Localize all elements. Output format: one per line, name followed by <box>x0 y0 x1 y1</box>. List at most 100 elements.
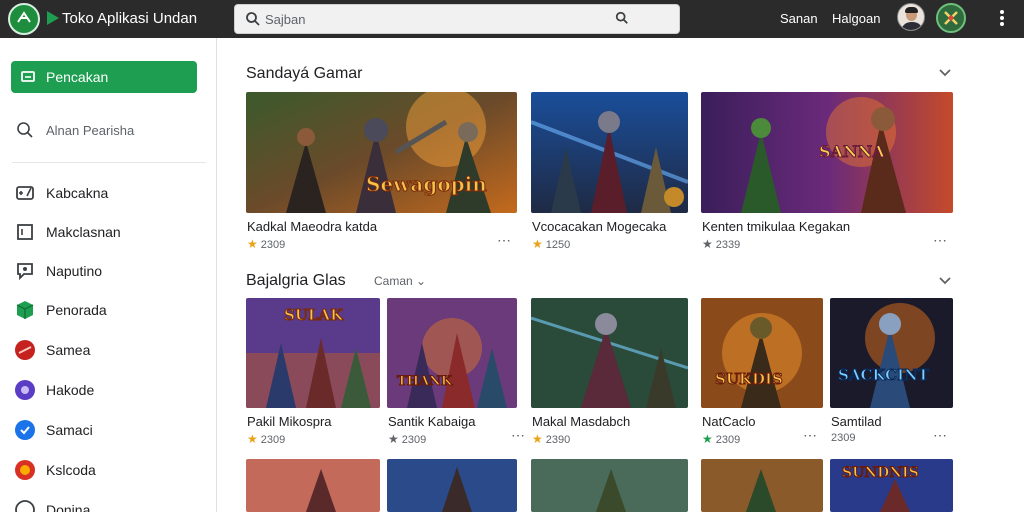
game-card[interactable] <box>531 459 688 512</box>
game-thumbnail[interactable] <box>246 459 380 512</box>
game-title: Kenten tmikulaa Kegakan <box>702 219 851 234</box>
thumbnail-banner: SUNDNIS <box>842 465 920 482</box>
thumbnail-banner: Sewagopin <box>366 172 488 197</box>
sidebar-search[interactable]: Alnan Pearisha <box>0 114 216 148</box>
sidebar-item-label: Samaci <box>46 422 93 438</box>
section-title: Sandayá Gamar <box>246 65 363 82</box>
topbar-link-2[interactable]: Halgoan <box>832 11 880 26</box>
search-icon <box>246 12 260 26</box>
user-avatar[interactable] <box>897 3 925 31</box>
game-card[interactable]: Makal Masdabch ★ 2390 ⋯ <box>511 298 688 448</box>
search-icon <box>17 122 33 138</box>
game-thumbnail[interactable] <box>531 298 688 408</box>
game-card[interactable]: THANK Santik Kabaiga ★ 2309 <box>387 298 517 448</box>
sidebar-item-3[interactable]: Naputino <box>0 255 216 287</box>
star-icon: ★ <box>247 432 258 446</box>
game-thumbnail[interactable] <box>701 459 823 512</box>
circle-outline-icon <box>15 500 35 512</box>
more-options-icon[interactable]: ⋯ <box>511 427 526 444</box>
game-thumbnail[interactable]: SACKCINT <box>830 298 953 408</box>
sidebar-item-1[interactable]: Kabcakna <box>0 177 216 209</box>
store-logo-icon[interactable] <box>8 3 40 35</box>
game-rating: ★ 2309 <box>247 237 286 251</box>
game-rating: 2309 <box>831 432 856 444</box>
sidebar-item-label: Kabcakna <box>46 185 109 201</box>
star-icon: ★ <box>702 237 713 251</box>
search-submit-icon[interactable] <box>615 11 629 25</box>
chat-icon <box>17 263 33 281</box>
search-input[interactable]: Sajban <box>265 12 305 27</box>
chevron-down-icon[interactable] <box>938 68 952 78</box>
sidebar-item-4[interactable]: Penorada <box>0 294 216 326</box>
game-thumbnail[interactable]: Sewagopin <box>246 92 517 213</box>
top-bar: Toko Aplikasi Undan Sajban Sanan Halgoan <box>0 0 1024 38</box>
sidebar-item-8[interactable]: Kslcoda <box>0 454 216 486</box>
home-icon <box>21 71 35 82</box>
game-thumbnail[interactable] <box>531 92 688 213</box>
game-card[interactable]: SANNA Kenten tmikulaa Kegakan ★ 2339 ⋯ <box>701 92 953 262</box>
game-card[interactable]: SACKCINT Samtilad 2309 ⋯ <box>830 298 953 448</box>
game-thumbnail[interactable] <box>387 459 517 512</box>
game-thumbnail[interactable]: SULAK <box>246 298 380 408</box>
game-rating: ★ 2309 <box>247 432 286 446</box>
game-rating: ★ 2390 <box>532 432 571 446</box>
game-card[interactable] <box>701 459 823 512</box>
game-card[interactable]: SUNDNIS <box>830 459 953 512</box>
sidebar-item-label: Penorada <box>46 302 107 318</box>
thumbnail-banner: SUKDIS <box>715 370 784 389</box>
game-title: Santik Kabaiga <box>388 414 476 429</box>
thumbnail-banner: SANNA <box>819 142 886 162</box>
game-thumbnail[interactable]: SUKDIS <box>701 298 823 408</box>
game-card[interactable]: SULAK Pakil Mikospra ★ 2309 <box>246 298 380 448</box>
game-badge-icon[interactable] <box>936 3 966 33</box>
game-thumbnail[interactable] <box>531 459 688 512</box>
sidebar-item-6[interactable]: Hakode <box>0 374 216 406</box>
play-icon <box>47 11 59 25</box>
more-options-icon[interactable]: ⋯ <box>497 232 512 249</box>
section-filter-dropdown[interactable]: Caman ⌄ <box>374 274 426 288</box>
sidebar-divider <box>12 162 206 163</box>
sidebar-item-5[interactable]: Samea <box>0 334 216 366</box>
sidebar-item-9[interactable]: Donina <box>0 494 216 512</box>
game-thumbnail[interactable]: SUNDNIS <box>830 459 953 512</box>
sidebar-item-label: Makclasnan <box>46 224 121 240</box>
section-title: Bajalgria Glas <box>246 272 346 289</box>
game-rating: ★ 2339 <box>702 237 741 251</box>
game-title: Vcocacakan Mogecaka <box>532 219 667 234</box>
primary-nav-button[interactable]: Pencakan <box>11 61 197 93</box>
purple-circle-icon <box>15 380 35 400</box>
more-options-icon[interactable]: ⋯ <box>803 427 818 444</box>
game-card[interactable]: SUKDIS NatCaclo ★ 2309 ⋯ <box>701 298 823 448</box>
more-options-icon[interactable]: ⋯ <box>933 427 948 444</box>
search-bar[interactable]: Sajban <box>234 4 680 34</box>
game-card[interactable]: Sewagopin Kadkal Maeodra katda ★ 2309 ⋯ <box>246 92 517 262</box>
chevron-down-icon[interactable] <box>938 276 952 286</box>
book-icon <box>17 224 33 240</box>
sidebar-item-label: Donina <box>46 502 91 512</box>
game-thumbnail[interactable]: THANK <box>387 298 517 408</box>
thumbnail-banner: THANK <box>396 374 453 390</box>
sidebar-item-7[interactable]: Samaci <box>0 414 216 446</box>
game-rating: ★ 2309 <box>388 432 427 446</box>
red-circle-icon <box>15 340 35 360</box>
topbar-link-1[interactable]: Sanan <box>780 11 818 26</box>
app-title: Toko Aplikasi Undan <box>62 10 198 27</box>
sidebar: Pencakan Alnan Pearisha Kabcakna Makclas… <box>0 38 217 512</box>
game-card[interactable] <box>246 459 380 512</box>
sidebar-item-2[interactable]: Makclasnan <box>0 216 216 248</box>
game-card[interactable]: Vcocacakan Mogecaka ★ 1250 <box>531 92 688 262</box>
cube-icon <box>16 301 34 319</box>
game-title: Kadkal Maeodra katda <box>247 219 378 234</box>
star-icon: ★ <box>702 432 713 446</box>
game-card[interactable] <box>387 459 517 512</box>
game-thumbnail[interactable]: SANNA <box>701 92 953 213</box>
thumbnail-banner: SACKCINT <box>838 366 930 385</box>
main-content: Sandayá Gamar Sewagopin Kadkal Maeodra k… <box>218 38 1024 512</box>
star-icon: ★ <box>532 432 543 446</box>
more-vert-icon[interactable] <box>996 9 1008 29</box>
star-icon: ★ <box>532 237 543 251</box>
thumbnail-banner: SULAK <box>283 306 344 325</box>
more-options-icon[interactable]: ⋯ <box>933 232 948 249</box>
sidebar-search-label: Alnan Pearisha <box>46 123 135 138</box>
blue-circle-icon <box>15 420 35 440</box>
